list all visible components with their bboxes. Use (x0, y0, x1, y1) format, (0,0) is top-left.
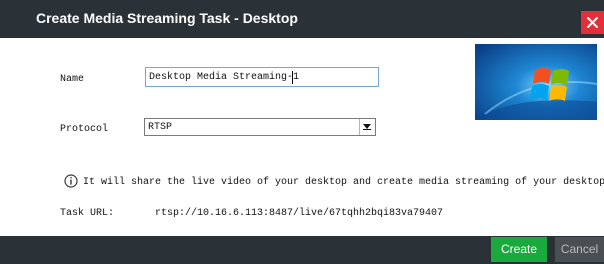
task-url-label: Task URL: (60, 208, 115, 219)
close-icon (587, 17, 598, 28)
task-url-value: rtsp://10.16.6.113:8487/live/67tqhh2bqi8… (155, 208, 444, 219)
protocol-dropdown-button[interactable] (359, 119, 375, 135)
protocol-select-value: RTSP (148, 122, 173, 133)
desktop-preview-thumbnail (475, 44, 597, 120)
cancel-button[interactable]: Cancel (555, 237, 604, 262)
chevron-down-icon (363, 124, 371, 130)
dialog-titlebar: Create Media Streaming Task - Desktop (0, 0, 604, 38)
close-button[interactable] (581, 11, 604, 34)
name-input[interactable]: Desktop Media Streaming-1 (145, 67, 379, 87)
text-caret (292, 71, 293, 84)
dialog-title: Create Media Streaming Task - Desktop (36, 10, 298, 26)
name-label: Name (60, 74, 85, 85)
create-media-streaming-dialog: Create Media Streaming Task - Desktop Na… (0, 0, 604, 264)
name-input-value: Desktop Media Streaming-1 (149, 72, 300, 83)
protocol-select[interactable]: RTSP (144, 118, 376, 136)
info-message: It will share the live video of your des… (83, 177, 604, 188)
create-button[interactable]: Create (491, 237, 547, 262)
info-icon (64, 174, 78, 188)
protocol-label: Protocol (60, 124, 109, 135)
